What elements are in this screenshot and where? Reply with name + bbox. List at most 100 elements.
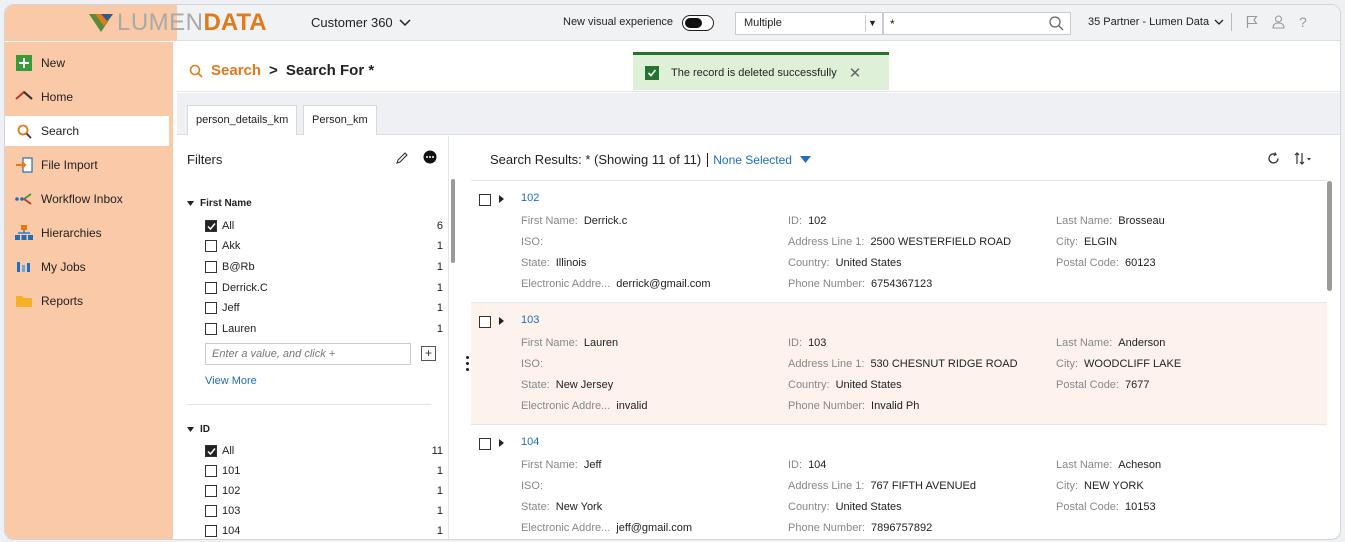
field-city: City: WOODCLIFF LAKE	[1056, 358, 1182, 370]
help-icon[interactable]: ?	[1299, 14, 1307, 30]
filter-option[interactable]: Akk 1	[205, 236, 443, 256]
entity-select-value: Multiple	[744, 17, 782, 29]
expand-arrow-icon[interactable]	[499, 195, 504, 203]
sidebar-item-my-jobs[interactable]: My Jobs	[5, 252, 169, 282]
filter-option[interactable]: 103 1	[205, 501, 443, 521]
breadcrumb-root[interactable]: Search	[211, 62, 261, 79]
field-postal-code: Postal Code: 10153	[1056, 501, 1156, 513]
field-country: Country: United States	[788, 501, 902, 513]
filter-option[interactable]: Jeff 1	[205, 298, 443, 318]
app-switcher[interactable]: Customer 360	[311, 15, 411, 30]
checkbox[interactable]	[205, 240, 217, 252]
checkbox[interactable]	[205, 323, 217, 335]
expand-arrow-icon[interactable]	[499, 317, 504, 325]
filter-option[interactable]: All 6	[205, 216, 443, 236]
sidebar-item-new[interactable]: New	[5, 48, 169, 78]
checkbox[interactable]	[205, 525, 217, 537]
top-bar: LUMEN DATA Customer 360 New visual experi…	[5, 5, 1340, 41]
checkbox[interactable]	[479, 194, 491, 206]
checkbox-checked[interactable]	[205, 445, 217, 457]
field-state: State: Illinois	[521, 257, 587, 269]
checkbox[interactable]	[205, 485, 217, 497]
record-row[interactable]: 102 First Name: Derrick.c ISO: State: Illi…	[471, 181, 1327, 303]
sort-icon[interactable]	[1294, 152, 1312, 165]
toggle-knob	[685, 17, 702, 28]
search-icon	[15, 122, 33, 140]
entity-select[interactable]: Multiple ▼	[735, 12, 883, 35]
search-icon[interactable]	[1049, 16, 1064, 31]
checkbox[interactable]	[205, 505, 217, 517]
user-icon[interactable]	[1272, 15, 1285, 29]
field-electronic-address: Electronic Addre... jeff@gmail.com	[521, 522, 693, 534]
checkbox[interactable]	[205, 261, 217, 273]
filter-option-label: 101	[222, 465, 241, 477]
filter-option[interactable]: Derrick.C 1	[205, 278, 443, 298]
flag-icon[interactable]	[1246, 15, 1258, 29]
sidebar-item-workflow-inbox[interactable]: Workflow Inbox	[5, 184, 169, 214]
filter-option-label: Jeff	[222, 302, 240, 314]
checkbox[interactable]	[479, 438, 491, 450]
add-filter-value-button[interactable]: +	[421, 346, 436, 361]
filter-option-count: 1	[436, 282, 443, 294]
sidebar-item-label: Search	[41, 124, 80, 138]
sidebar-item-hierarchies[interactable]: Hierarchies	[5, 218, 169, 248]
new-visual-toggle[interactable]	[682, 15, 714, 31]
filter-option-label: 102	[222, 485, 241, 497]
filter-option[interactable]: 104 1	[205, 521, 443, 539]
tenant-switcher[interactable]: 35 Partner - Lumen Data	[1088, 16, 1224, 28]
sidebar-item-label: New	[41, 56, 66, 70]
jobs-icon	[15, 258, 33, 276]
filter-option[interactable]: B@Rb 1	[205, 257, 443, 277]
filter-group-id[interactable]: ID	[187, 424, 210, 435]
checkbox[interactable]	[205, 465, 217, 477]
field-last-name: Last Name: Brosseau	[1056, 215, 1165, 227]
file-import-icon	[15, 156, 33, 174]
filter-option[interactable]: Lauren 1	[205, 319, 443, 339]
panel-resize-handle[interactable]	[466, 356, 469, 371]
sidebar-item-file-import[interactable]: File Import	[5, 150, 169, 180]
record-link[interactable]: 102	[521, 192, 539, 204]
selection-dropdown[interactable]: None Selected	[707, 152, 811, 167]
filter-option[interactable]: 102 1	[205, 481, 443, 501]
checkbox[interactable]	[205, 282, 217, 294]
filter-group-first-name[interactable]: First Name	[187, 198, 252, 209]
field-postal-code: Postal Code: 60123	[1056, 257, 1156, 269]
filters-title: Filters	[187, 152, 223, 167]
filter-value-input[interactable]: Enter a value, and click +	[205, 343, 411, 365]
selection-label: None Selected	[713, 152, 792, 167]
filters-scrollbar[interactable]	[451, 179, 455, 263]
record-link[interactable]: 104	[521, 436, 539, 448]
checkbox[interactable]	[479, 316, 491, 328]
tab-person-km[interactable]: Person_km	[303, 105, 377, 135]
filter-option[interactable]: All 11	[205, 441, 443, 461]
filter-option-label: All	[222, 445, 235, 457]
filter-option-count: 1	[436, 323, 443, 335]
refresh-icon[interactable]	[1267, 152, 1280, 165]
checkbox-checked[interactable]	[205, 220, 217, 232]
filter-option-label: All	[222, 220, 235, 232]
record-row[interactable]: 103 First Name: Lauren ISO: State: New Jer…	[471, 303, 1327, 425]
more-options-icon[interactable]	[423, 150, 437, 164]
pencil-icon[interactable]	[395, 151, 409, 165]
field-first-name: First Name: Lauren	[521, 337, 619, 349]
view-more-link[interactable]: View More	[205, 375, 257, 387]
filters-panel: Filters First Name All 6 Akk 1 B@Rb 1 Derri…	[177, 136, 455, 539]
record-link[interactable]: 103	[521, 314, 539, 326]
filter-group-label: ID	[200, 424, 210, 435]
expand-arrow-icon[interactable]	[499, 439, 504, 447]
results-scrollbar[interactable]	[1327, 181, 1332, 291]
sidebar: New Home Search File Import Workflow Inb…	[5, 42, 173, 539]
tab-person-details-km[interactable]: person_details_km	[187, 105, 298, 135]
sidebar-item-reports[interactable]: Reports	[5, 286, 169, 316]
filter-option[interactable]: 101 1	[205, 461, 443, 481]
close-icon[interactable]: ✕	[849, 64, 862, 82]
record-row[interactable]: 104 First Name: Jeff ISO: State: New York …	[471, 425, 1327, 539]
sidebar-item-search[interactable]: Search	[5, 116, 169, 146]
sidebar-item-home[interactable]: Home	[5, 82, 169, 112]
logo[interactable]: LUMEN DATA	[87, 9, 267, 36]
filter-option-count: 1	[436, 465, 443, 477]
global-search-input[interactable]: *	[883, 12, 1071, 35]
divider	[187, 404, 431, 405]
checkbox[interactable]	[205, 302, 217, 314]
field-electronic-address: Electronic Addre... derrick@gmail.com	[521, 278, 711, 290]
